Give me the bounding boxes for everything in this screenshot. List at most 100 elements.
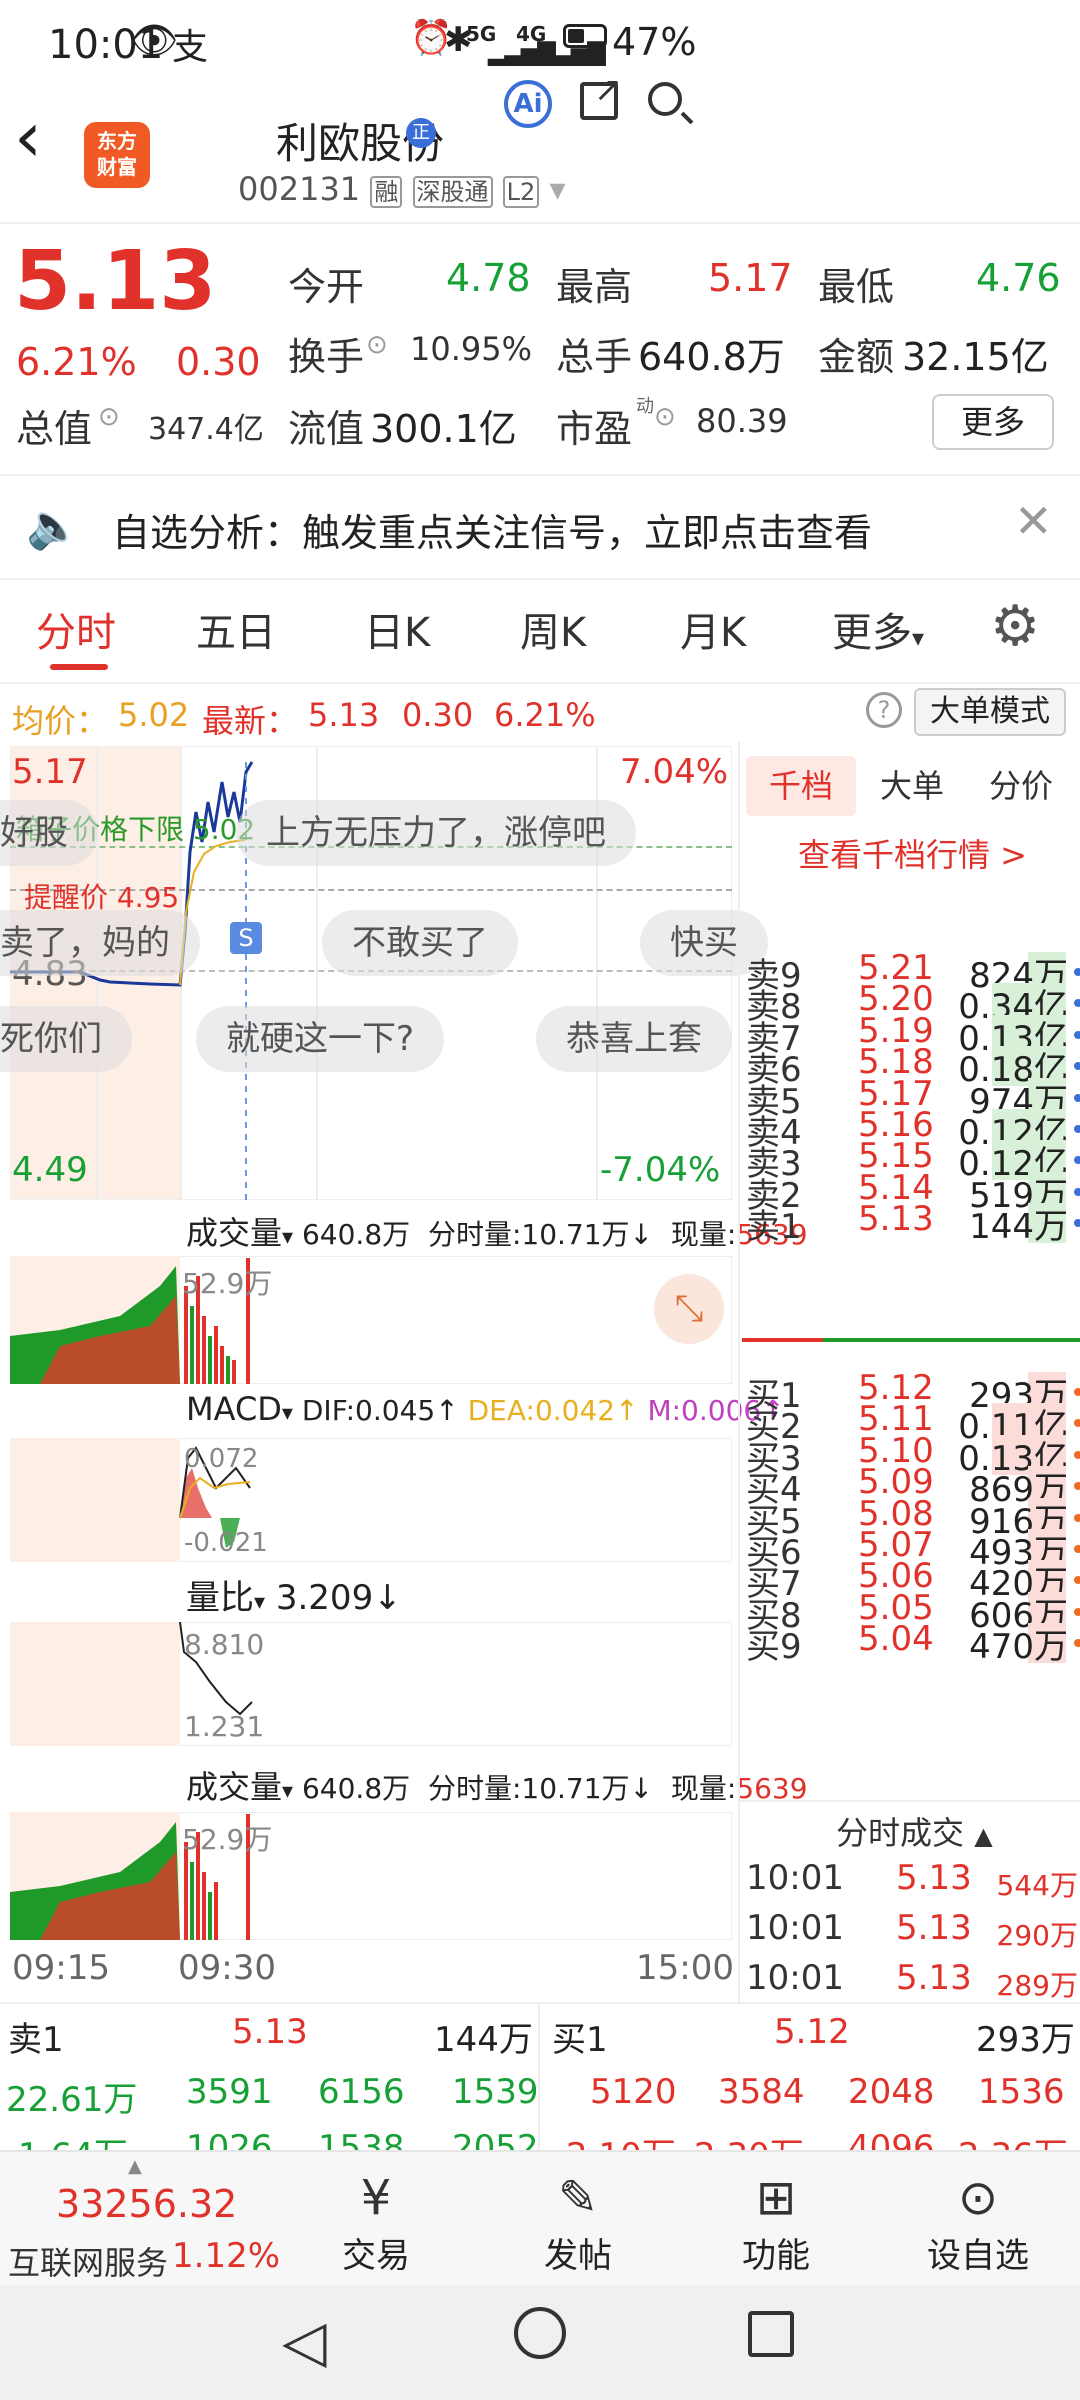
macd-axis-bottom: -0.021 [184,1528,268,1558]
amount-value: 32.15亿 [902,335,1049,379]
depth-cell: 1.64万 [18,2128,128,2152]
tab-intraday[interactable]: 分时 [36,600,116,658]
trade-row: 10:01 5.13 544万 [740,1858,1080,1910]
depth-sell-price: 5.13 [232,2012,308,2052]
nav-trade[interactable]: ¥ 交易 [306,2168,446,2277]
index-ticker[interactable]: ▲ 33256.32 互联网服务 1.12% [0,2152,280,2287]
depth-cell: 6156 [318,2072,405,2112]
info-icon-3[interactable]: ⊙ [654,402,676,432]
volume-indicator-select[interactable]: 成交量▾ [186,1208,293,1254]
tab-more[interactable]: 更多▾ [832,600,924,658]
close-icon[interactable]: ✕ [1014,494,1053,548]
latest-label: 最新： [202,702,299,740]
alert-banner[interactable]: 🔈 自选分析：触发重点关注信号，立即点击查看 ✕ [0,476,1080,580]
tab-thousand-level[interactable]: 千档 [746,756,856,816]
order-book: 千档 大单 分价 查看千档行情 > 卖9 5.21 824万 卖8 5.20 0.34亿卖… [738,742,1080,2002]
dot-icon [1074,1639,1080,1648]
edit-icon: ✎ [557,2170,599,2226]
tag-level: L2 [502,176,540,208]
fen-volume-value: 10.71万↓ [521,1772,654,1805]
more-button[interactable]: 更多 [932,394,1054,450]
volume-bar [202,1316,206,1384]
search-icon[interactable] [648,82,694,125]
info-icon-2[interactable]: ⊙ [98,402,120,432]
battery-icon [563,24,607,48]
change-amount: 0.30 [176,340,261,384]
recents-square-icon[interactable] [748,2311,794,2357]
high-label: 最高 [556,265,633,309]
dot-icon [1074,968,1080,976]
tab-monthly-k[interactable]: 月K [680,600,746,658]
quote-panel: 5.13 6.21% 0.30 今开 4.78 最高 5.17 最低 4.76 … [0,226,1080,476]
float-label: 流值 [288,407,365,451]
dot-icon [1074,1093,1080,1102]
macd-indicator-header: MACD▾ DIF:0.045↑ DEA:0.042↑ M:0.006↑ [186,1390,785,1428]
lb-indicator-select[interactable]: 量比▾ [186,1570,265,1619]
dot-icon [1074,1156,1080,1165]
buy-label: 买9 [746,1627,802,1668]
depth-cell: 5120 [590,2072,677,2112]
comment-bubble[interactable]: 就硬这一下? [196,1006,445,1072]
book-divider [742,1338,1080,1342]
index-name: 互联网服务 [8,2244,169,2282]
comment-bubble[interactable]: 死你们 [0,1006,132,1072]
depth-cell: 2.36万 [958,2128,1068,2152]
tab-five-day[interactable]: 五日 [196,600,276,658]
depth-buy-label: 买1 [552,2020,608,2060]
help-icon[interactable]: ? [866,692,902,728]
nav-post[interactable]: ✎ 发帖 [508,2168,648,2277]
buy-row[interactable]: 买9 5.04 470万 [740,1619,1080,1667]
lb-value: 3.209↓ [275,1578,402,1618]
ai-assistant-icon[interactable]: Ai [504,80,552,128]
indicator-name: MACD [186,1390,282,1428]
dot-icon [1074,1513,1080,1522]
back-triangle-icon[interactable]: ◁ [282,2307,327,2375]
s-marker[interactable]: S [230,922,262,954]
chevron-down-icon[interactable]: ▾ [549,170,565,208]
tab-indicator [50,664,108,670]
view-thousand-link[interactable]: 查看千档行情 > [798,830,1027,876]
volume-bar [232,1360,236,1384]
volume-bar [214,1326,218,1384]
comment-bubble[interactable]: 恭喜上套 [536,1006,732,1072]
tab-price-dist[interactable]: 分价 [966,756,1076,816]
volume2-indicator-select[interactable]: 成交量▾ [186,1762,293,1808]
nav-trade-label: 交易 [342,2236,410,2276]
comment-bubble[interactable]: 好股 [0,800,98,866]
home-circle-icon[interactable] [514,2307,566,2359]
tab-weekly-k[interactable]: 周K [520,600,586,658]
y-axis-pct-low: -7.04% [600,1150,721,1190]
sell-row[interactable]: 卖1 5.13 144万 [740,1199,1080,1247]
depth-cell: 3584 [718,2072,805,2112]
index-pct: 1.12% [172,2236,281,2276]
gear-icon[interactable]: ⚙ [990,594,1040,659]
nav-add-watchlist[interactable]: ⊙ 设自选 [908,2168,1048,2277]
tab-big-order[interactable]: 大单 [862,756,962,816]
comment-bubble[interactable]: 卖了，妈的 [0,910,200,976]
macd-indicator-select[interactable]: MACD▾ [186,1390,293,1428]
info-icon[interactable]: ⊙ [366,330,388,360]
back-arrow-icon[interactable]: ‹ [14,96,42,178]
caret-down-icon: ▾ [282,1779,294,1804]
comment-bubble[interactable]: 不敢买了 [322,910,518,976]
avg-price-bar: 均价： 5.02 最新： 5.13 0.30 6.21% ? 大单模式 [0,686,1080,742]
sell-price: 5.13 [858,1199,934,1240]
comment-bubble[interactable]: 上方无压力了，涨停吧 [236,800,636,866]
trades-title[interactable]: 分时成交 ▲ [836,1808,993,1854]
expand-icon[interactable]: ⤡ [654,1274,724,1344]
verified-badge: 正 [406,118,436,148]
depth-cell: 1026 [186,2128,273,2152]
nav-functions[interactable]: ⊞ 功能 [706,2168,846,2277]
volume-bar [208,1892,212,1940]
tag-margin: 融 [370,176,403,208]
high-value: 5.17 [708,256,793,300]
fen-volume-value: 10.71万↓ [521,1218,654,1251]
share-icon[interactable]: ↗ [580,70,623,120]
sell-label: 卖1 [746,1207,802,1248]
open-value: 4.78 [446,256,531,300]
tab-daily-k[interactable]: 日K [364,600,430,658]
mktcap-label: 总值 [16,407,93,451]
big-order-mode-button[interactable]: 大单模式 [914,688,1066,736]
dot-icon [1074,1607,1080,1616]
pe-label: 市盈 [556,407,633,451]
